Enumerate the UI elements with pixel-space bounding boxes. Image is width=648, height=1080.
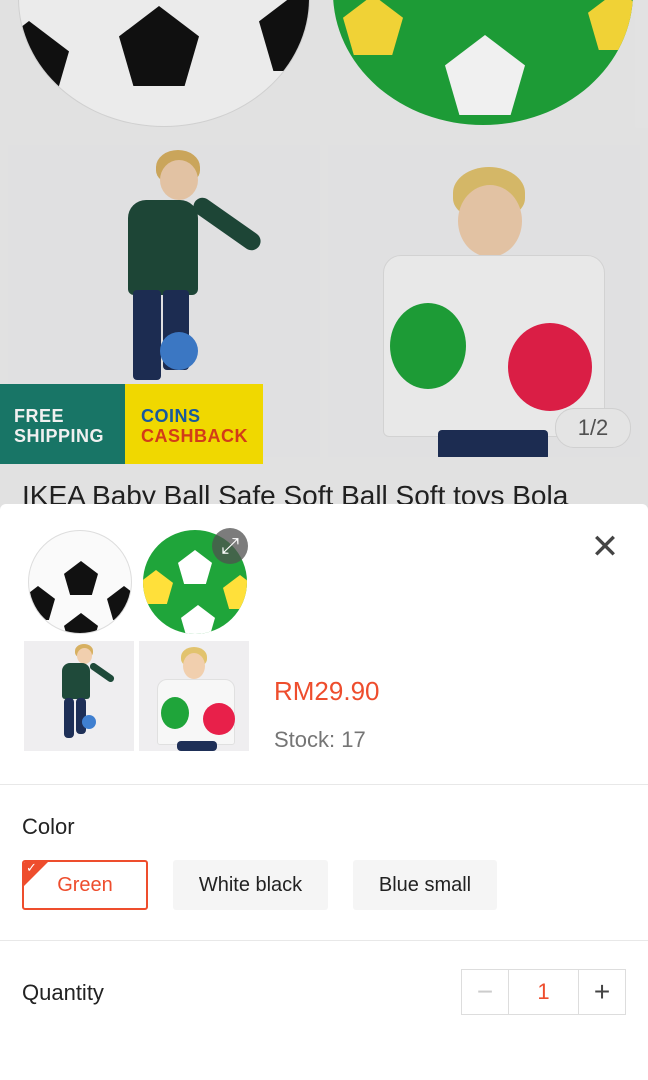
option-green[interactable]: ✓ Green (22, 860, 148, 910)
check-icon: ✓ (26, 860, 37, 875)
plus-icon[interactable]: + (578, 970, 625, 1014)
option-label: White black (198, 874, 303, 896)
quantity-label: Quantity (22, 980, 104, 1005)
divider (0, 784, 648, 785)
variation-thumbnail-boy-holding[interactable] (139, 641, 249, 751)
option-white-black[interactable]: White black (173, 860, 328, 910)
quantity-input[interactable]: 1 (509, 970, 578, 1014)
quantity-stepper: − 1 + (461, 969, 626, 1015)
variation-thumbnail-boy-kicking[interactable] (24, 641, 134, 751)
divider (0, 940, 648, 941)
close-icon[interactable]: ✕ (588, 530, 622, 564)
option-label: Green (57, 874, 113, 896)
minus-icon[interactable]: − (462, 970, 509, 1014)
variation-thumbnail-white-black[interactable] (24, 528, 134, 636)
price: RM29.90 (274, 676, 380, 706)
stock-count: Stock: 17 (274, 727, 366, 752)
option-label: Blue small (378, 874, 472, 896)
color-label: Color (22, 814, 75, 839)
expand-icon[interactable]: ⤢ (212, 528, 248, 564)
option-blue-small[interactable]: Blue small (353, 860, 497, 910)
